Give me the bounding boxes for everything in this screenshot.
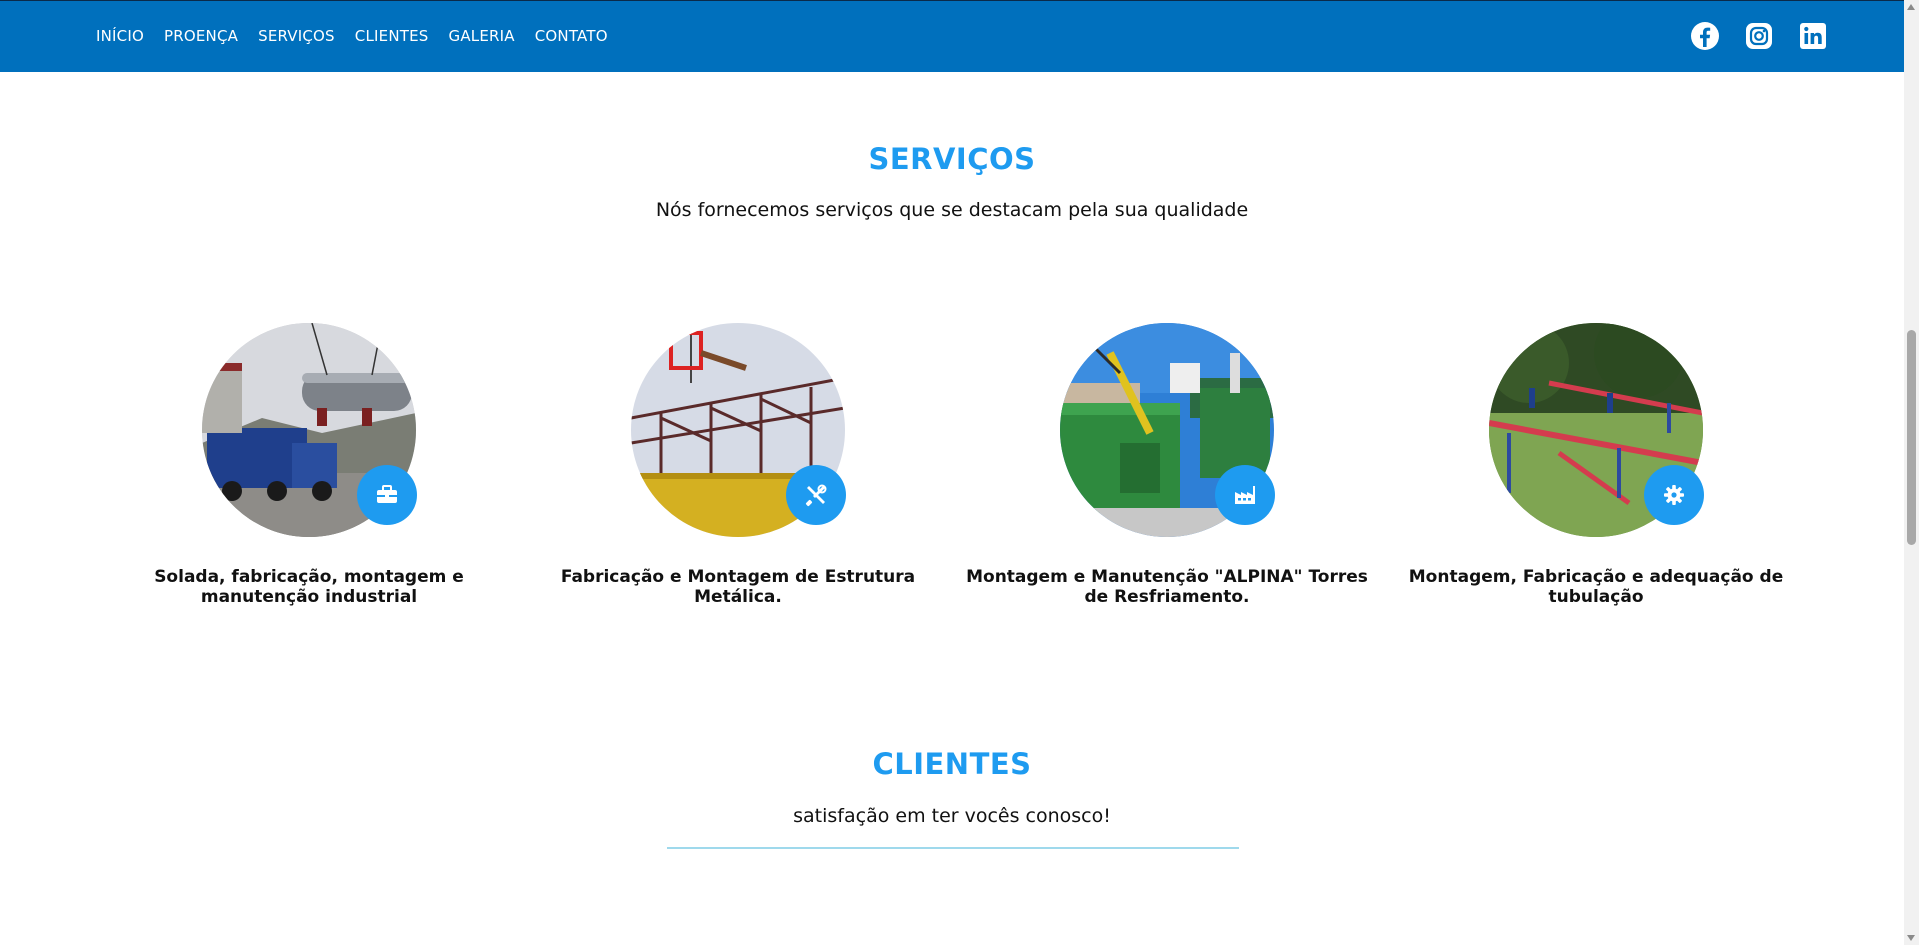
services-subtitle: Nós fornecemos serviços que se destacam … xyxy=(655,199,1249,221)
scroll-up-icon[interactable] xyxy=(1907,4,1915,10)
service-title: Fabricação e Montagem de Estrutura Metál… xyxy=(560,567,916,607)
nav-item-clientes[interactable]: CLIENTES xyxy=(355,27,429,45)
scroll-down-icon[interactable] xyxy=(1907,935,1915,941)
factory-icon xyxy=(1215,465,1275,525)
page-scrollbar[interactable] xyxy=(1904,0,1919,945)
service-card: Solada, fabricação, montagem e manutençã… xyxy=(99,323,519,607)
services-title: SERVIÇOS xyxy=(868,142,1036,176)
toolbox-icon xyxy=(357,465,417,525)
service-card: Fabricação e Montagem de Estrutura Metál… xyxy=(528,323,948,607)
service-image-wrapper xyxy=(1489,323,1704,537)
service-card: Montagem e Manutenção "ALPINA" Torres de… xyxy=(957,323,1377,607)
clients-title: CLIENTES xyxy=(872,747,1032,781)
service-image-wrapper xyxy=(631,323,846,537)
tools-icon xyxy=(786,465,846,525)
nav-item-proenca[interactable]: PROENÇA xyxy=(164,27,238,45)
clients-subtitle: satisfação em ter vocês conosco! xyxy=(793,805,1111,827)
nav-item-servicos[interactable]: SERVIÇOS xyxy=(258,27,335,45)
service-title: Solada, fabricação, montagem e manutençã… xyxy=(154,567,464,607)
service-card: Montagem, Fabricação e adequação de tubu… xyxy=(1386,323,1806,607)
linkedin-icon[interactable] xyxy=(1798,21,1828,51)
service-image-wrapper xyxy=(202,323,417,537)
service-image-wrapper xyxy=(1060,323,1275,537)
gear-icon xyxy=(1644,465,1704,525)
section-divider xyxy=(667,847,1239,849)
social-links xyxy=(1690,21,1828,51)
instagram-icon[interactable] xyxy=(1744,21,1774,51)
facebook-icon[interactable] xyxy=(1690,21,1720,51)
scrollbar-thumb[interactable] xyxy=(1907,330,1916,545)
main-nav: INÍCIO PROENÇA SERVIÇOS CLIENTES GALERIA… xyxy=(96,1,608,71)
nav-item-galeria[interactable]: GALERIA xyxy=(449,27,515,45)
service-title: Montagem e Manutenção "ALPINA" Torres de… xyxy=(966,567,1368,607)
service-title: Montagem, Fabricação e adequação de tubu… xyxy=(1408,567,1784,607)
nav-item-inicio[interactable]: INÍCIO xyxy=(96,27,144,45)
nav-item-contato[interactable]: CONTATO xyxy=(535,27,608,45)
top-navigation-bar: INÍCIO PROENÇA SERVIÇOS CLIENTES GALERIA… xyxy=(0,0,1904,72)
